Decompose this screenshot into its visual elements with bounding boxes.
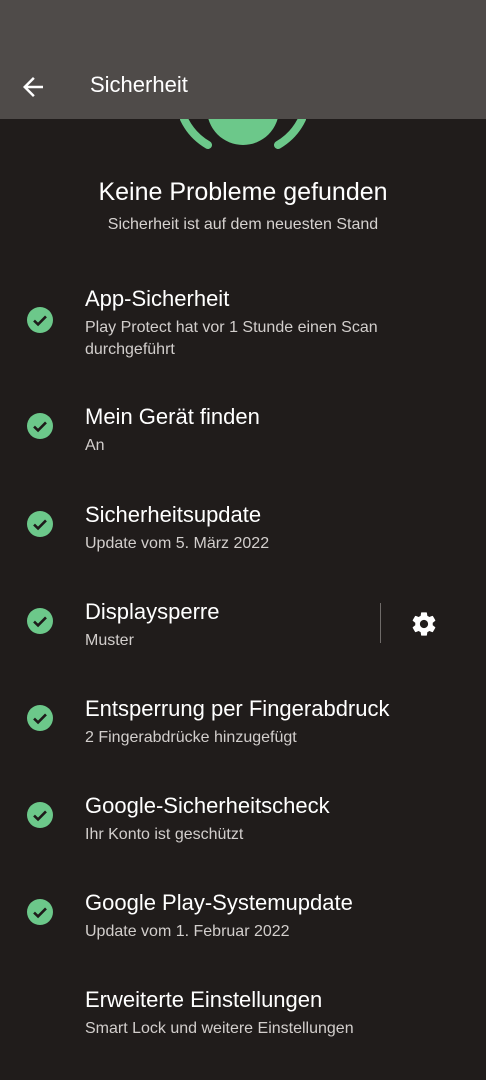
check-circle-icon bbox=[27, 899, 53, 925]
list-item-google-security-check[interactable]: Google-Sicherheitscheck Ihr Konto ist ge… bbox=[0, 787, 486, 859]
check-circle-icon bbox=[27, 705, 53, 731]
item-title: Displaysperre bbox=[85, 599, 220, 624]
app-bar: Sicherheit bbox=[0, 52, 486, 119]
item-subtitle: Update vom 5. März 2022 bbox=[85, 535, 270, 552]
item-subtitle: Ihr Konto ist geschützt bbox=[85, 826, 244, 843]
page-title: Sicherheit bbox=[90, 72, 188, 97]
list-item-security-update[interactable]: Sicherheitsupdate Update vom 5. März 202… bbox=[0, 496, 486, 568]
list-item-app-security[interactable]: App-Sicherheit Play Protect hat vor 1 St… bbox=[0, 280, 486, 370]
item-subtitle: 2 Fingerabdrücke hinzugefügt bbox=[85, 729, 297, 746]
check-circle-icon bbox=[27, 413, 53, 439]
item-subtitle: Smart Lock und weitere Einstellungen bbox=[85, 1020, 354, 1037]
item-subtitle: An bbox=[85, 437, 105, 454]
gear-icon[interactable] bbox=[410, 610, 438, 638]
summary-title: Keine Probleme gefunden bbox=[98, 178, 388, 206]
item-subtitle: Muster bbox=[85, 632, 134, 649]
item-subtitle: Update vom 1. Februar 2022 bbox=[85, 923, 290, 940]
check-circle-icon bbox=[27, 608, 53, 634]
item-title: Entsperrung per Fingerabdruck bbox=[85, 696, 390, 721]
item-title: Mein Gerät finden bbox=[85, 404, 260, 429]
check-circle-icon bbox=[27, 802, 53, 828]
item-subtitle: Play Protect hat vor 1 Stunde einen Scan… bbox=[85, 319, 378, 358]
list-item-advanced-settings[interactable]: Erweiterte Einstellungen Smart Lock und … bbox=[0, 981, 486, 1053]
check-circle-icon bbox=[27, 307, 53, 333]
list-item-screen-lock[interactable]: Displaysperre Muster bbox=[0, 593, 370, 665]
list-item-fingerprint-unlock[interactable]: Entsperrung per Fingerabdruck 2 Fingerab… bbox=[0, 690, 486, 762]
item-title: Google-Sicherheitscheck bbox=[85, 793, 330, 818]
security-status-icon bbox=[180, 119, 306, 149]
summary-subtitle: Sicherheit ist auf dem neuesten Stand bbox=[107, 216, 379, 233]
item-title: Google Play-Systemupdate bbox=[85, 890, 353, 915]
status-bar bbox=[0, 0, 486, 52]
list-item-find-my-device[interactable]: Mein Gerät finden An bbox=[0, 398, 486, 470]
item-title: App-Sicherheit bbox=[85, 286, 230, 311]
divider bbox=[380, 603, 381, 643]
item-title: Erweiterte Einstellungen bbox=[85, 987, 323, 1012]
item-title: Sicherheitsupdate bbox=[85, 502, 262, 527]
list-item-play-system-update[interactable]: Google Play-Systemupdate Update vom 1. F… bbox=[0, 884, 486, 956]
back-arrow-icon[interactable] bbox=[18, 72, 48, 102]
check-circle-icon bbox=[27, 511, 53, 537]
